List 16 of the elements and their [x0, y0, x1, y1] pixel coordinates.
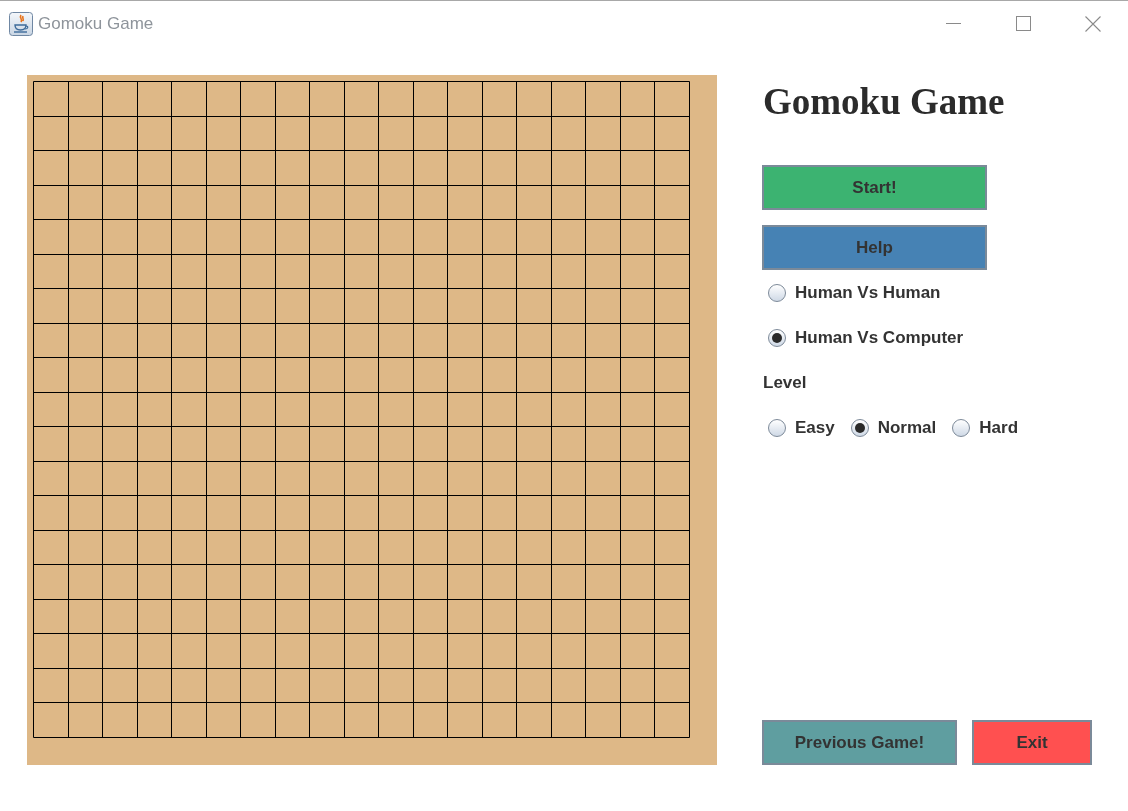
- exit-button[interactable]: Exit: [972, 720, 1092, 765]
- window-title: Gomoku Game: [38, 12, 154, 35]
- radio-option[interactable]: Human Vs Computer: [768, 324, 964, 351]
- radio-option[interactable]: Hard: [952, 414, 1018, 441]
- minimize-icon: [945, 23, 961, 24]
- game-board[interactable]: [27, 75, 717, 765]
- maximize-icon: [1015, 16, 1031, 31]
- close-icon: [1085, 15, 1101, 32]
- radio-option[interactable]: Easy: [768, 414, 835, 441]
- radio-option[interactable]: Normal: [850, 414, 937, 441]
- coffee-cup-icon: [9, 11, 33, 36]
- action-button[interactable]: Start!: [762, 165, 987, 210]
- level-label: Level: [763, 371, 807, 394]
- previous-game-button[interactable]: Previous Game!: [762, 720, 957, 765]
- radio-option[interactable]: Human Vs Human: [768, 279, 941, 306]
- game-heading: Gomoku Game: [763, 82, 1005, 120]
